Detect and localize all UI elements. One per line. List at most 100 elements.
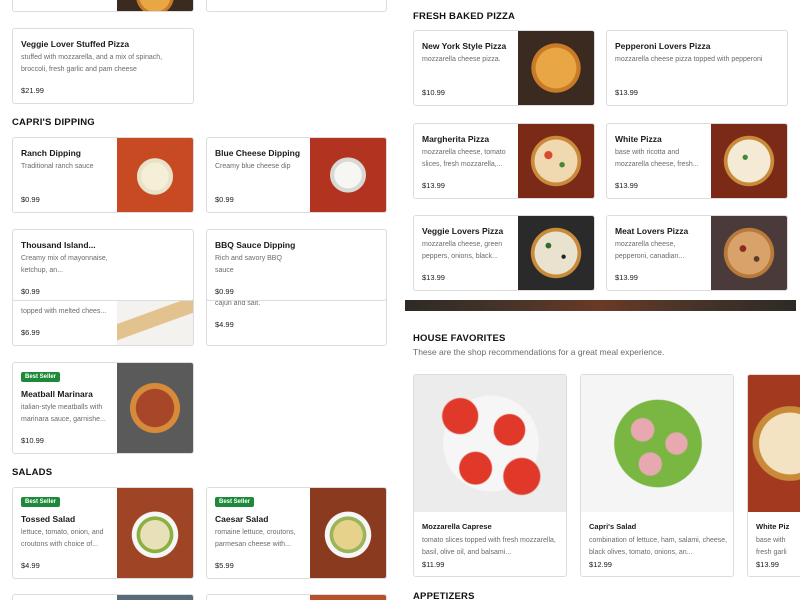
- item-title: Mozzarella Caprese: [422, 522, 492, 531]
- item-title: BBQ Sauce Dipping: [215, 240, 296, 250]
- item-photo: [117, 0, 193, 11]
- menu-item-card[interactable]: Best Seller Meatball Marinara italian-st…: [12, 362, 194, 454]
- item-description: Creamy blue cheese dip: [215, 163, 291, 170]
- item-price: $4.99: [215, 320, 234, 329]
- item-photo: [518, 216, 594, 290]
- section-subtitle: These are the shop recommendations for a…: [413, 347, 665, 357]
- section-title-appetizers: APPETIZERS: [413, 591, 475, 600]
- item-title: Meat Lovers Pizza: [615, 226, 689, 236]
- item-price: $13.99: [615, 181, 638, 190]
- menu-item-card-partial[interactable]: [12, 594, 194, 600]
- menu-item-card[interactable]: Veggie Lover Stuffed Pizza stuffed with …: [12, 28, 194, 104]
- menu-item-card[interactable]: Best Seller Tossed Salad lettuce, tomato…: [12, 487, 194, 579]
- item-photo: [748, 375, 800, 512]
- item-description: lettuce, tomato, onion, and croutons wit…: [21, 529, 104, 548]
- item-title: Capri's Salad: [589, 522, 637, 531]
- item-title: Ranch Dipping: [21, 148, 81, 158]
- item-description: mozzarella cheese, green peppers, onions…: [422, 241, 503, 260]
- item-description: mozzarella cheese, pepperoni, canadian..…: [615, 241, 685, 260]
- item-description: italian-style meatballs with marinara sa…: [21, 404, 106, 423]
- featured-item-card[interactable]: Capri's Salad combination of lettuce, ha…: [580, 374, 734, 577]
- menu-item-card[interactable]: Best Seller Caesar Salad romaine lettuce…: [206, 487, 387, 579]
- section-title-fresh-baked-pizza: FRESH BAKED PIZZA: [413, 11, 516, 22]
- item-description: base with ricotta and mozzarella cheese,…: [615, 149, 699, 168]
- item-title: Pepperoni Lovers Pizza: [615, 41, 711, 51]
- item-photo: [711, 124, 787, 198]
- best-seller-badge: Best Seller: [21, 372, 61, 382]
- menu-item-card-partial[interactable]: [206, 594, 387, 600]
- item-title: Tossed Salad: [21, 514, 76, 524]
- featured-item-card[interactable]: White Piz base with fresh garli $13.99: [747, 374, 800, 577]
- item-description: Traditional ranch sauce: [21, 163, 94, 170]
- item-photo: [310, 488, 386, 578]
- item-photo: [581, 375, 733, 512]
- item-description: romaine lettuce, croutons, parmesan chee…: [215, 529, 296, 548]
- item-description: stuffed with mozzarella, and a mix of sp…: [21, 54, 163, 73]
- item-photo: [117, 595, 193, 600]
- banner-image-strip: [405, 300, 796, 311]
- item-description: mozzarella cheese pizza topped with pepp…: [615, 56, 763, 63]
- item-photo: [518, 31, 594, 105]
- featured-item-card[interactable]: Mozzarella Caprese tomato slices topped …: [413, 374, 567, 577]
- item-price: $10.99: [21, 436, 44, 445]
- item-price: $12.99: [589, 560, 612, 569]
- item-price: $5.99: [215, 561, 234, 570]
- item-description: mozzarella cheese pizza.: [422, 56, 501, 63]
- item-price: $0.99: [215, 195, 234, 204]
- menu-item-card[interactable]: Thousand Island... Creamy mix of mayonna…: [12, 229, 194, 301]
- item-title: Thousand Island...: [21, 240, 96, 250]
- item-description: Rich and savory BBQ sauce: [215, 255, 282, 274]
- menu-item-card[interactable]: White Pizza base with ricotta and mozzar…: [606, 123, 788, 199]
- item-title: Veggie Lover Stuffed Pizza: [21, 39, 130, 49]
- item-price: $4.99: [21, 561, 40, 570]
- item-description: topped with melted chees...: [21, 308, 107, 315]
- best-seller-badge: Best Seller: [21, 497, 61, 507]
- section-title-capris-dipping: CAPRI'S DIPPING: [12, 117, 95, 128]
- item-price: $13.99: [756, 560, 779, 569]
- menu-item-card[interactable]: Blue Cheese Dipping Creamy blue cheese d…: [206, 137, 387, 213]
- menu-item-card-partial[interactable]: [12, 0, 194, 12]
- best-seller-badge: Best Seller: [215, 497, 255, 507]
- section-title-salads: SALADS: [12, 467, 53, 478]
- item-price: $13.99: [422, 181, 445, 190]
- menu-item-card[interactable]: Margherita Pizza mozzarella cheese, toma…: [413, 123, 595, 199]
- menu-item-card[interactable]: Meat Lovers Pizza mozzarella cheese, pep…: [606, 215, 788, 291]
- item-description: tomato slices topped with fresh mozzarel…: [422, 537, 556, 556]
- item-photo: [414, 375, 566, 512]
- item-description: mozzarella cheese, tomato slices, fresh …: [422, 149, 506, 168]
- item-photo: [518, 124, 594, 198]
- item-photo: [310, 595, 386, 600]
- item-price: $10.99: [422, 88, 445, 97]
- item-photo: [117, 363, 193, 453]
- item-title: Blue Cheese Dipping: [215, 148, 301, 158]
- item-description: Creamy mix of mayonnaise, ketchup, an...: [21, 255, 108, 274]
- item-title: Margherita Pizza: [422, 134, 490, 144]
- menu-item-card[interactable]: Ranch Dipping Traditional ranch sauce $0…: [12, 137, 194, 213]
- item-title: White Pizza: [615, 134, 662, 144]
- item-price: $13.99: [615, 273, 638, 282]
- menu-item-card-partial[interactable]: [206, 0, 387, 12]
- item-description: combination of lettuce, ham, salami, che…: [589, 537, 728, 556]
- item-price: $0.99: [21, 287, 40, 296]
- menu-item-card[interactable]: Veggie Lovers Pizza mozzarella cheese, g…: [413, 215, 595, 291]
- item-price: $13.99: [615, 88, 638, 97]
- item-title: Veggie Lovers Pizza: [422, 226, 504, 236]
- item-price: $13.99: [422, 273, 445, 282]
- item-price: $11.99: [422, 560, 445, 569]
- item-photo: [117, 138, 193, 212]
- item-photo: [117, 488, 193, 578]
- item-description: base with fresh garli: [756, 537, 787, 556]
- section-title-house-favorites: HOUSE FAVORITES: [413, 333, 506, 344]
- item-price: $21.99: [21, 86, 44, 95]
- menu-item-card[interactable]: New York Style Pizza mozzarella cheese p…: [413, 30, 595, 106]
- item-photo: [711, 216, 787, 290]
- item-title: White Piz: [756, 522, 790, 531]
- item-title: Meatball Marinara: [21, 389, 93, 399]
- item-price: $0.99: [21, 195, 40, 204]
- menu-item-card[interactable]: BBQ Sauce Dipping Rich and savory BBQ sa…: [206, 229, 387, 301]
- item-title: New York Style Pizza: [422, 41, 507, 51]
- item-price: $0.99: [215, 287, 234, 296]
- item-photo: [310, 138, 386, 212]
- menu-item-card[interactable]: Pepperoni Lovers Pizza mozzarella cheese…: [606, 30, 788, 106]
- item-title: Caesar Salad: [215, 514, 269, 524]
